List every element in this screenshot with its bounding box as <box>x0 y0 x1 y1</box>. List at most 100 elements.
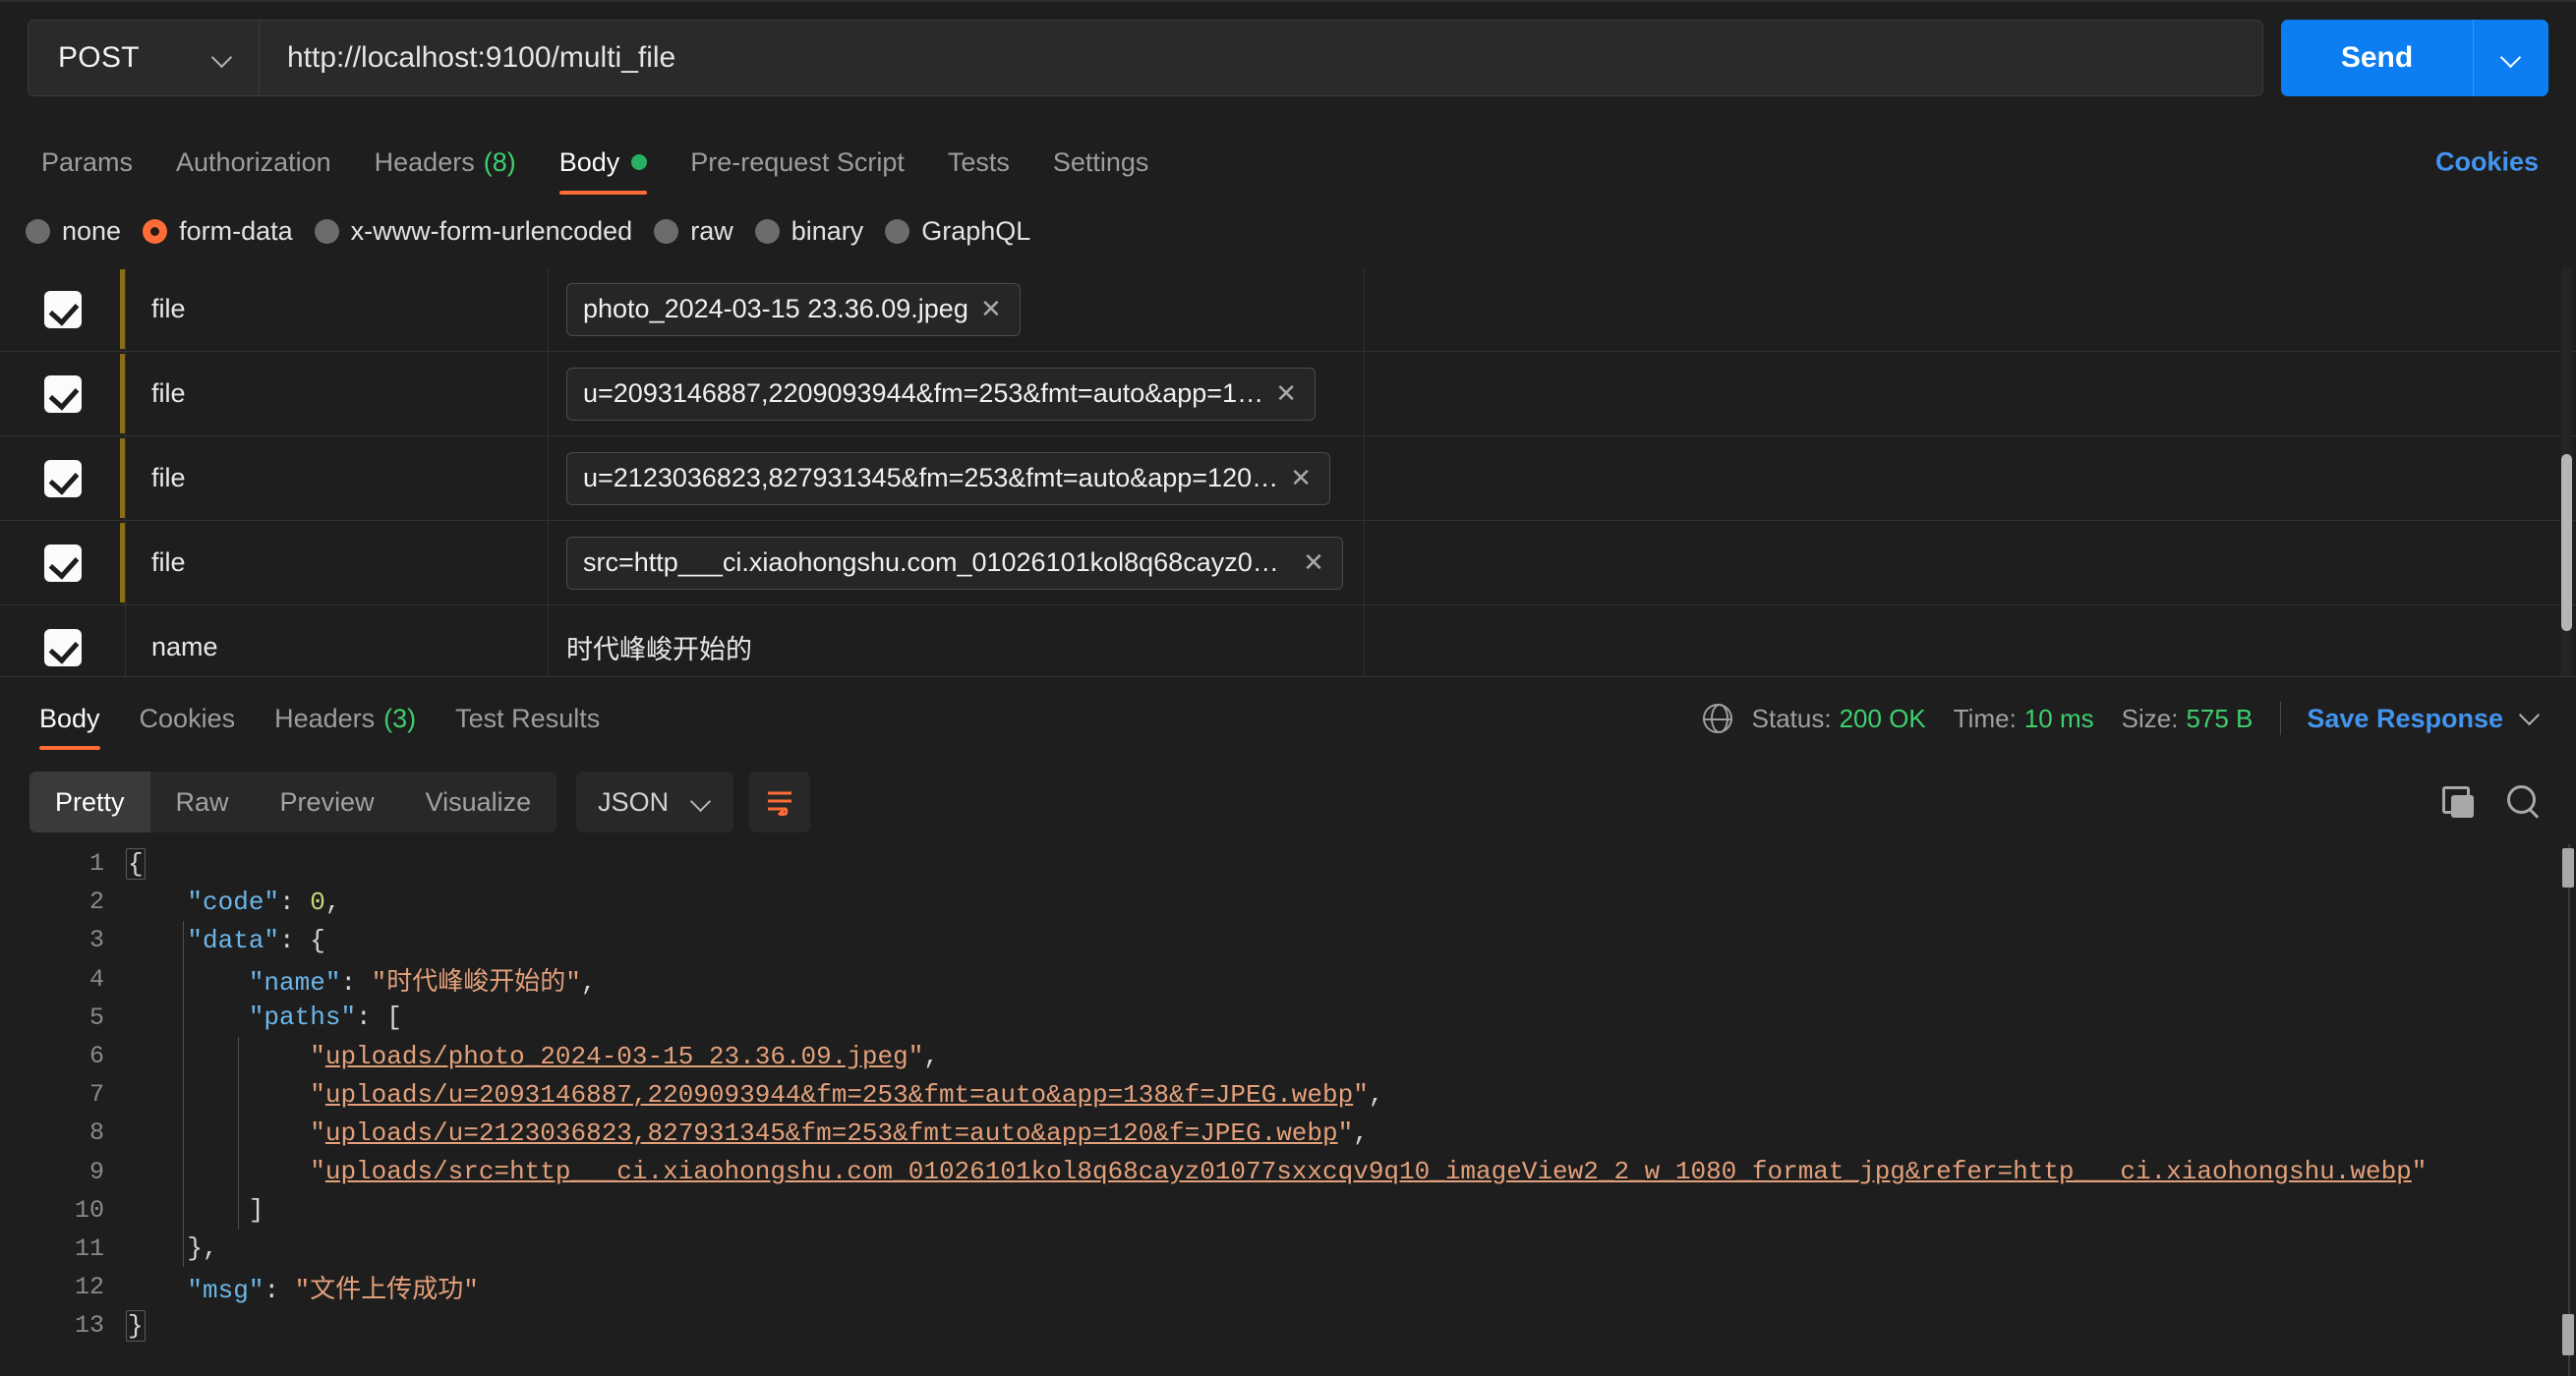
row-description[interactable] <box>1365 521 2576 604</box>
wrap-lines-button[interactable] <box>749 772 810 832</box>
remove-file-icon[interactable]: ✕ <box>1278 463 1323 493</box>
row-enabled-checkbox[interactable] <box>0 521 126 604</box>
json-path-3[interactable]: uploads/src=http___ci.xiaohongshu.com_01… <box>325 1157 2412 1186</box>
code-line: 11 }, <box>0 1230 2576 1268</box>
line-number: 1 <box>0 849 126 878</box>
row-key[interactable]: file <box>126 436 549 520</box>
cookies-link[interactable]: Cookies <box>2435 147 2539 178</box>
json-value-name: "时代峰峻开始的" <box>372 968 581 998</box>
code-scrollbar-track[interactable] <box>2568 844 2570 1376</box>
send-options-button[interactable] <box>2474 20 2548 96</box>
view-mode-raw[interactable]: Raw <box>150 772 255 832</box>
response-format-select[interactable]: JSON <box>576 772 733 832</box>
chevron-down-icon[interactable] <box>2519 705 2541 726</box>
tab-params[interactable]: Params <box>20 130 154 195</box>
tab-body[interactable]: Body <box>538 130 670 195</box>
row-description[interactable] <box>1365 605 2576 676</box>
body-mode-binary[interactable]: binary <box>755 216 864 247</box>
body-present-dot-icon <box>631 154 647 170</box>
code-scrollbar-thumb-bottom[interactable] <box>2562 1314 2574 1355</box>
send-button[interactable]: Send <box>2281 20 2474 96</box>
table-row[interactable]: file u=2123036823,827931345&fm=253&fmt=a… <box>0 436 2576 521</box>
table-row[interactable]: name 时代峰峻开始的 <box>0 605 2576 676</box>
json-path-0[interactable]: uploads/photo_2024-03-15 23.36.09.jpeg <box>325 1042 908 1071</box>
row-key[interactable]: file <box>126 352 549 435</box>
tab-tests[interactable]: Tests <box>926 130 1031 195</box>
row-enabled-checkbox[interactable] <box>0 352 126 435</box>
file-name: u=2093146887,2209093944&fm=253&fmt=auto&… <box>583 378 1263 409</box>
body-mode-graphql[interactable]: GraphQL <box>885 216 1030 247</box>
code-line: 5 "paths": [ <box>0 999 2576 1037</box>
tab-headers[interactable]: Headers (8) <box>353 130 538 195</box>
row-value[interactable]: src=http___ci.xiaohongshu.com_01026101ko… <box>549 521 1365 604</box>
url-input[interactable]: http://localhost:9100/multi_file <box>259 20 2263 96</box>
file-chip[interactable]: u=2093146887,2209093944&fm=253&fmt=auto&… <box>566 368 1316 421</box>
wrap-lines-icon <box>765 788 794 816</box>
row-key[interactable]: file <box>126 267 549 351</box>
file-chip[interactable]: u=2123036823,827931345&fm=253&fmt=auto&a… <box>566 452 1330 505</box>
line-number: 11 <box>0 1234 126 1263</box>
code-brace-close[interactable]: } <box>126 1310 146 1342</box>
file-name: photo_2024-03-15 23.36.09.jpeg <box>583 294 968 324</box>
search-icon[interactable] <box>2507 785 2541 819</box>
row-value[interactable]: 时代峰峻开始的 <box>549 605 1365 676</box>
row-enabled-checkbox[interactable] <box>0 436 126 520</box>
row-enabled-checkbox[interactable] <box>0 267 126 351</box>
file-chip[interactable]: photo_2024-03-15 23.36.09.jpeg ✕ <box>566 283 1021 336</box>
size-label: Size: <box>2122 704 2179 734</box>
body-mode-none[interactable]: none <box>26 216 121 247</box>
row-description[interactable] <box>1365 352 2576 435</box>
copy-icon[interactable] <box>2442 786 2474 818</box>
row-description[interactable] <box>1365 267 2576 351</box>
http-method-select[interactable]: POST <box>28 20 259 96</box>
tab-authorization[interactable]: Authorization <box>154 130 353 195</box>
row-value[interactable]: u=2123036823,827931345&fm=253&fmt=auto&a… <box>549 436 1365 520</box>
response-headers-count: (3) <box>383 704 416 734</box>
row-key[interactable]: file <box>126 521 549 604</box>
indent-guide <box>238 1037 239 1230</box>
code-scrollbar-thumb-top[interactable] <box>2562 848 2574 888</box>
tab-label: Headers <box>375 147 475 178</box>
json-key-code: "code" <box>187 888 279 917</box>
row-description[interactable] <box>1365 436 2576 520</box>
response-body-code[interactable]: 1 { 2 "code": 0, 3 "data": { 4 "name": "… <box>0 844 2576 1376</box>
remove-file-icon[interactable]: ✕ <box>1291 547 1336 578</box>
body-mode-x-www-form-urlencoded[interactable]: x-www-form-urlencoded <box>315 216 633 247</box>
tab-pre-request-script[interactable]: Pre-request Script <box>669 130 926 195</box>
table-row[interactable]: file src=http___ci.xiaohongshu.com_01026… <box>0 521 2576 605</box>
body-mode-raw[interactable]: raw <box>654 216 733 247</box>
remove-file-icon[interactable]: ✕ <box>968 294 1014 324</box>
view-mode-visualize[interactable]: Visualize <box>400 772 557 832</box>
code-line: 12 "msg": "文件上传成功" <box>0 1268 2576 1306</box>
json-path-2[interactable]: uploads/u=2123036823,827931345&fm=253&fm… <box>325 1118 1338 1148</box>
status-badge: 200 OK <box>1840 704 1926 734</box>
response-actions <box>2442 785 2541 819</box>
code-brace-open[interactable]: { <box>126 848 146 880</box>
save-response-button[interactable]: Save Response <box>2307 704 2503 734</box>
checkbox-checked-icon <box>44 460 82 497</box>
line-number: 9 <box>0 1158 126 1186</box>
response-tab-test-results[interactable]: Test Results <box>436 677 619 760</box>
headers-count: (8) <box>484 147 516 178</box>
view-mode-pretty[interactable]: Pretty <box>29 772 150 832</box>
row-key[interactable]: name <box>126 605 549 676</box>
tab-settings[interactable]: Settings <box>1031 130 1171 195</box>
row-value[interactable]: u=2093146887,2209093944&fm=253&fmt=auto&… <box>549 352 1365 435</box>
table-row[interactable]: file photo_2024-03-15 23.36.09.jpeg ✕ <box>0 267 2576 352</box>
send-button-group[interactable]: Send <box>2281 20 2548 96</box>
response-tab-cookies[interactable]: Cookies <box>120 677 256 760</box>
row-value[interactable]: photo_2024-03-15 23.36.09.jpeg ✕ <box>549 267 1365 351</box>
body-mode-form-data[interactable]: form-data <box>143 216 293 247</box>
radio-icon <box>885 219 909 244</box>
file-chip[interactable]: src=http___ci.xiaohongshu.com_01026101ko… <box>566 537 1343 590</box>
table-row[interactable]: file u=2093146887,2209093944&fm=253&fmt=… <box>0 352 2576 436</box>
request-url-bar: POST http://localhost:9100/multi_file Se… <box>0 0 2576 130</box>
view-mode-preview[interactable]: Preview <box>255 772 400 832</box>
remove-file-icon[interactable]: ✕ <box>1263 378 1309 409</box>
checkbox-checked-icon <box>44 375 82 413</box>
response-tab-headers[interactable]: Headers (3) <box>255 677 436 760</box>
table-scrollbar-thumb[interactable] <box>2561 454 2572 631</box>
response-tab-body[interactable]: Body <box>20 677 120 760</box>
json-path-1[interactable]: uploads/u=2093146887,2209093944&fm=253&f… <box>325 1080 1353 1110</box>
row-enabled-checkbox[interactable] <box>0 605 126 676</box>
